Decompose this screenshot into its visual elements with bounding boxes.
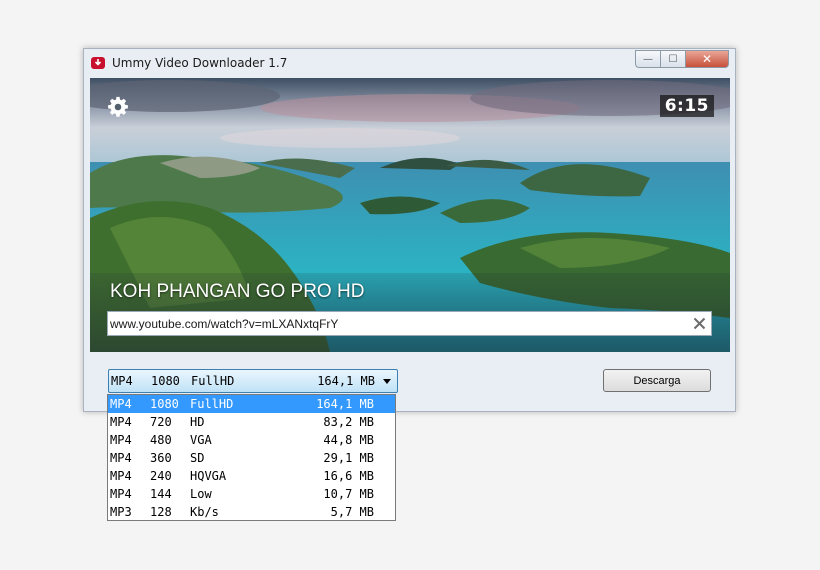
option-resolution: 360 [150,451,172,465]
option-quality: Kb/s [190,505,219,519]
maximize-icon: ☐ [668,53,678,65]
chevron-down-icon [383,379,391,384]
selected-resolution: 1080 [151,374,180,388]
format-select[interactable]: MP4 1080 FullHD 164,1 MB [108,369,398,393]
format-select-value: MP4 1080 FullHD 164,1 MB [109,370,397,392]
selected-format: MP4 [111,374,133,388]
option-resolution: 480 [150,433,172,447]
selected-quality: FullHD [191,374,235,388]
format-option[interactable]: MP4 480 VGA 44,8 MB [108,431,395,449]
window-title: Ummy Video Downloader 1.7 [112,56,288,70]
option-size: 10,7 MB [323,487,374,501]
selected-size: 164,1 MB [317,374,375,388]
option-resolution: 1080 [150,397,179,411]
gear-icon[interactable] [107,96,129,118]
option-size: 5,7 MB [330,505,374,519]
video-duration: 6:15 [659,95,714,117]
format-option[interactable]: MP4 1080 FullHD 164,1 MB [108,395,395,413]
format-option[interactable]: MP4 240 HQVGA 16,6 MB [108,467,395,485]
option-size: 83,2 MB [323,415,374,429]
video-preview: 6:15 KOH PHANGAN GO PRO HD [90,78,730,352]
option-quality: FullHD [190,397,234,411]
url-field[interactable] [107,311,712,336]
app-logo-icon [91,57,105,69]
option-resolution: 128 [150,505,172,519]
option-size: 29,1 MB [323,451,374,465]
title-bar[interactable]: Ummy Video Downloader 1.7 — ☐ ✕ [84,49,735,78]
close-button[interactable]: ✕ [686,50,729,68]
option-resolution: 144 [150,487,172,501]
close-icon[interactable] [693,317,706,330]
option-format: MP4 [110,451,132,465]
window-controls: — ☐ ✕ [635,50,729,68]
option-format: MP4 [110,469,132,483]
format-option[interactable]: MP4 144 Low 10,7 MB [108,485,395,503]
option-size: 16,6 MB [323,469,374,483]
format-option[interactable]: MP4 360 SD 29,1 MB [108,449,395,467]
app-window: Ummy Video Downloader 1.7 — ☐ ✕ 6:15 KOH… [83,48,736,412]
option-size: 44,8 MB [323,433,374,447]
option-quality: VGA [190,433,212,447]
option-format: MP3 [110,505,132,519]
url-input[interactable] [110,312,680,335]
format-option[interactable]: MP4 720 HD 83,2 MB [108,413,395,431]
format-dropdown-list: MP4 1080 FullHD 164,1 MB MP4 720 HD 83,2… [107,394,396,521]
close-window-icon: ✕ [701,52,713,66]
download-button[interactable]: Descarga [603,369,711,392]
maximize-button[interactable]: ☐ [661,50,686,68]
option-quality: HD [190,415,205,429]
option-format: MP4 [110,487,132,501]
minimize-button[interactable]: — [635,50,661,68]
option-size: 164,1 MB [316,397,374,411]
option-format: MP4 [110,397,132,411]
option-format: MP4 [110,433,132,447]
minimize-icon: — [643,53,653,65]
video-title: KOH PHANGAN GO PRO HD [110,281,365,302]
option-resolution: 240 [150,469,172,483]
option-quality: SD [190,451,205,465]
option-quality: HQVGA [190,469,227,483]
option-resolution: 720 [150,415,172,429]
option-format: MP4 [110,415,132,429]
option-quality: Low [190,487,212,501]
format-option[interactable]: MP3 128 Kb/s 5,7 MB [108,503,395,521]
